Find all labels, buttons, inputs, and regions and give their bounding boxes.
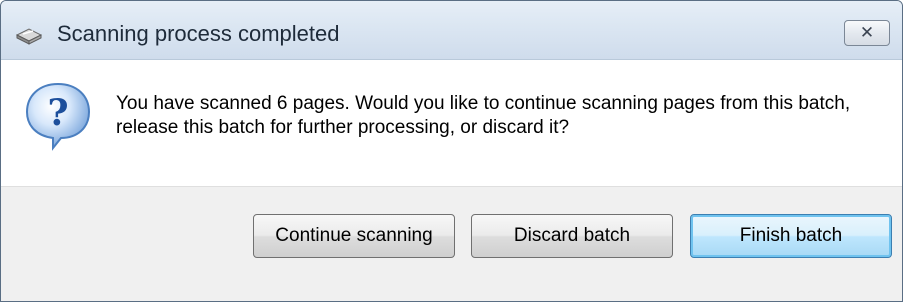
question-icon: ? xyxy=(23,80,93,152)
button-bar: Continue scanning Discard batch Finish b… xyxy=(1,186,902,301)
continue-scanning-button[interactable]: Continue scanning xyxy=(253,214,455,258)
scanner-icon xyxy=(15,25,43,45)
message-area: ? You have scanned 6 pages. Would you li… xyxy=(1,60,902,186)
svg-text:?: ? xyxy=(47,92,68,134)
finish-batch-button[interactable]: Finish batch xyxy=(690,214,892,258)
discard-batch-button[interactable]: Discard batch xyxy=(471,214,673,258)
close-icon: ✕ xyxy=(859,23,875,42)
scanning-completed-dialog: Scanning process completed ✕ ? You have … xyxy=(0,0,903,302)
title-bar: Scanning process completed ✕ xyxy=(1,1,902,60)
close-button[interactable]: ✕ xyxy=(844,20,890,46)
dialog-message: You have scanned 6 pages. Would you like… xyxy=(116,93,851,138)
window-title: Scanning process completed xyxy=(57,21,340,46)
